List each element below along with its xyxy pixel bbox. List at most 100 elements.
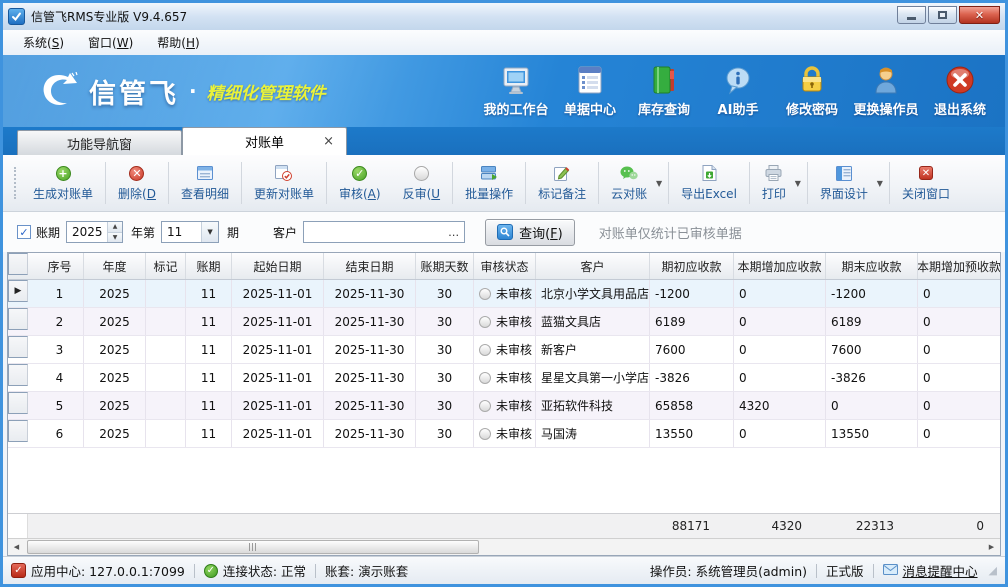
col-start-date[interactable]: 起始日期 [232, 253, 324, 279]
table-row[interactable]: ▶ 1 2025 11 2025-11-01 2025-11-30 30 未审核… [8, 280, 1000, 308]
ui-design-button[interactable]: 界面设计 ▼ [809, 155, 888, 211]
year-value[interactable]: 2025 [67, 222, 107, 242]
generate-statement-button[interactable]: + 生成对账单 [22, 155, 104, 211]
menu-help[interactable]: 帮助(H) [147, 31, 209, 54]
minimize-button[interactable] [897, 6, 926, 24]
year-spinner[interactable]: 2025 ▲ ▼ [66, 221, 123, 243]
table-row[interactable]: 6 2025 11 2025-11-01 2025-11-30 30 未审核 马… [8, 420, 1000, 448]
cell-period: 11 [186, 392, 232, 419]
cell-pre-receipt: 0 [918, 308, 1000, 335]
batch-operation-button[interactable]: 批量操作 [454, 155, 524, 211]
row-selector[interactable] [8, 336, 28, 358]
col-period[interactable]: 账期 [186, 253, 232, 279]
cell-pre-receipt: 0 [918, 336, 1000, 363]
summary-selector-cell [8, 514, 28, 538]
horizontal-scrollbar[interactable]: ◀ ▶ [8, 538, 1000, 555]
col-pre-receipt[interactable]: 本期增加预收款 [918, 253, 1000, 279]
col-audit-status[interactable]: 审核状态 [474, 253, 536, 279]
period-checkbox[interactable]: ✓ [17, 225, 31, 239]
cell-year: 2025 [84, 420, 146, 447]
customer-lookup-button[interactable]: … [444, 222, 464, 242]
change-password-icon [795, 64, 829, 96]
document-center-button[interactable]: 单据中心 [553, 64, 627, 118]
cell-begin-balance: -3826 [650, 364, 734, 391]
cell-end-date: 2025-11-30 [324, 336, 416, 363]
customer-field: … [303, 221, 465, 243]
message-center-link[interactable]: 消息提醒中心 [883, 561, 978, 580]
col-end-balance[interactable]: 期末应收款 [826, 253, 918, 279]
search-button[interactable]: 查询(F) [485, 219, 575, 246]
brand-mark-icon [39, 72, 81, 110]
col-begin-balance[interactable]: 期初应收款 [650, 253, 734, 279]
restore-button[interactable] [928, 6, 957, 24]
update-statement-button[interactable]: 更新对账单 [243, 155, 325, 211]
col-end-date[interactable]: 结束日期 [324, 253, 416, 279]
period-dropdown-arrow[interactable]: ▼ [201, 222, 218, 242]
tab-close-icon[interactable]: × [323, 134, 334, 149]
row-selector[interactable]: ▶ [8, 280, 28, 302]
toolbar-drag-handle[interactable] [14, 167, 17, 199]
col-seq[interactable]: 序号 [36, 253, 84, 279]
print-icon [765, 164, 783, 182]
cell-period: 11 [186, 336, 232, 363]
year-spin-down[interactable]: ▼ [108, 233, 122, 243]
scroll-right-icon[interactable]: ▶ [983, 539, 1000, 555]
ui-design-dropdown-arrow[interactable]: ▼ [877, 179, 883, 188]
col-year[interactable]: 年度 [84, 253, 146, 279]
change-password-button[interactable]: 修改密码 [775, 64, 849, 118]
cell-begin-balance: 6189 [650, 308, 734, 335]
close-button[interactable]: ✕ [959, 6, 1000, 24]
app-window: 信管飞RMS专业版 V9.4.657 ✕ 系统(S) 窗口(W) 帮助(H) 信… [0, 0, 1008, 587]
col-days[interactable]: 账期天数 [416, 253, 474, 279]
summary-pre-receipt: 0 [910, 519, 1000, 533]
tab-nav-window[interactable]: 功能导航窗 [17, 130, 182, 155]
suffix-label: 期 [227, 224, 239, 241]
menu-system[interactable]: 系统(S) [13, 31, 74, 54]
exit-system-button[interactable]: 退出系统 [923, 64, 997, 118]
mark-note-button[interactable]: 标记备注 [527, 155, 597, 211]
cell-audit-status: 未审核 [474, 280, 536, 307]
inventory-query-button[interactable]: 库存查询 [627, 64, 701, 118]
workbench-button[interactable]: 我的工作台 [479, 64, 553, 118]
table-row[interactable]: 3 2025 11 2025-11-01 2025-11-30 30 未审核 新… [8, 336, 1000, 364]
col-customer[interactable]: 客户 [536, 253, 650, 279]
year-spin-up[interactable]: ▲ [108, 222, 122, 233]
resize-grip[interactable]: ◢ [989, 564, 997, 577]
unapprove-button[interactable]: 反审(U [392, 155, 451, 211]
approve-button[interactable]: ✓ 审核(A) [328, 155, 392, 211]
table-row[interactable]: 4 2025 11 2025-11-01 2025-11-30 30 未审核 星… [8, 364, 1000, 392]
view-detail-button[interactable]: 查看明细 [170, 155, 240, 211]
export-excel-button[interactable]: 导出Excel [670, 155, 748, 211]
window-title: 信管飞RMS专业版 V9.4.657 [31, 8, 187, 25]
print-button[interactable]: 打印 ▼ [751, 155, 806, 211]
menu-window[interactable]: 窗口(W) [78, 31, 143, 54]
delete-button[interactable]: ✕ 删除(D [107, 155, 167, 211]
row-selector[interactable] [8, 308, 28, 330]
approve-icon: ✓ [351, 164, 369, 182]
switch-operator-button[interactable]: 更换操作员 [849, 64, 923, 118]
delete-icon: ✕ [128, 164, 146, 182]
cloud-reconcile-button[interactable]: 云对账 ▼ [600, 155, 667, 211]
row-selector[interactable] [8, 364, 28, 386]
cell-days: 30 [416, 420, 474, 447]
table-row[interactable]: 5 2025 11 2025-11-01 2025-11-30 30 未审核 亚… [8, 392, 1000, 420]
scrollbar-thumb[interactable] [27, 540, 479, 554]
close-window-button[interactable]: ✕ 关闭窗口 [891, 155, 961, 211]
print-dropdown-arrow[interactable]: ▼ [795, 179, 801, 188]
row-selector[interactable] [8, 392, 28, 414]
refresh-doc-icon [275, 164, 293, 182]
tab-statement[interactable]: 对账单 × [182, 127, 347, 155]
col-selector [8, 253, 28, 275]
period-select[interactable]: 11 ▼ [161, 221, 219, 243]
ai-assistant-button[interactable]: AI助手 [701, 64, 775, 118]
table-row[interactable]: 2 2025 11 2025-11-01 2025-11-30 30 未审核 蓝… [8, 308, 1000, 336]
customer-input[interactable] [304, 222, 444, 242]
row-selector[interactable] [8, 420, 28, 442]
cell-audit-status: 未审核 [474, 336, 536, 363]
cloud-reconcile-dropdown-arrow[interactable]: ▼ [656, 179, 662, 188]
col-mark[interactable]: 标记 [146, 253, 186, 279]
scroll-left-icon[interactable]: ◀ [8, 539, 25, 555]
cell-days: 30 [416, 280, 474, 307]
col-increase[interactable]: 本期增加应收款 [734, 253, 826, 279]
period-value[interactable]: 11 [162, 222, 201, 242]
